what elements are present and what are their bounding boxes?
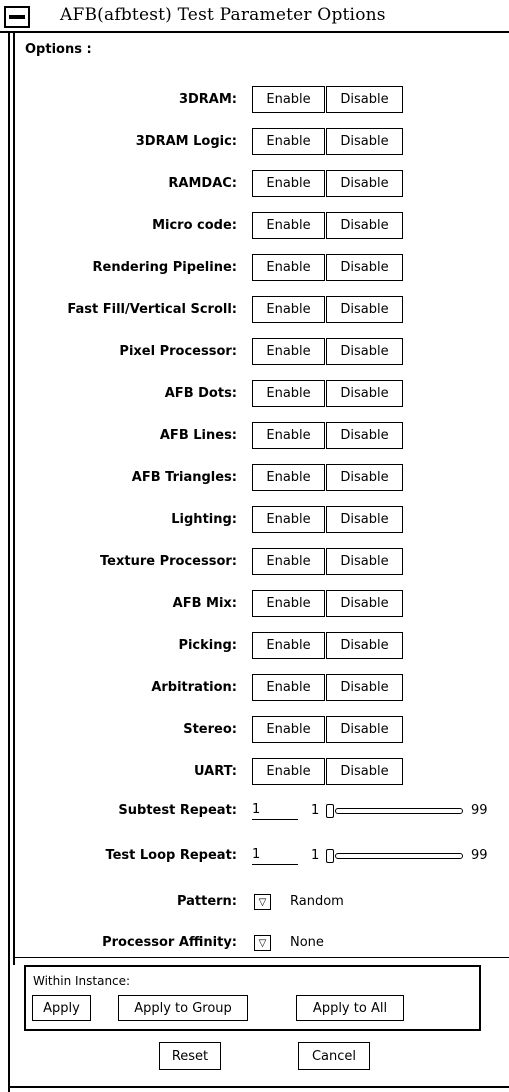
rendering-pipeline-label: Rendering Pipeline: [92,260,237,275]
picking-label: Picking: [178,638,237,653]
apply-button[interactable]: Apply [32,995,91,1021]
reset-button[interactable]: Reset [159,1042,221,1070]
subtest-repeat-field[interactable]: 1 [252,802,298,820]
separator [14,957,509,958]
afb-triangles-label: AFB Triangles: [131,470,237,485]
pixel-processor-label: Pixel Processor: [119,344,237,359]
3dram-label: 3DRAM: [178,92,237,107]
pixel-processor-disable-button[interactable]: Disable [326,338,403,365]
afb-dots-label: AFB Dots: [164,386,237,401]
test-loop-repeat-min: 1 [311,848,320,863]
options-heading: Options : [25,42,92,57]
triangle-down-icon: ▽ [258,937,267,949]
minus-icon [9,15,25,19]
fast-fill-vertical-scroll-disable-button[interactable]: Disable [326,296,403,323]
3dram-disable-button[interactable]: Disable [326,86,403,113]
processor-affinity-menu-button[interactable]: ▽ [254,935,271,951]
apply-to-group-button[interactable]: Apply to Group [118,995,248,1021]
lighting-label: Lighting: [171,512,237,527]
stereo-disable-button[interactable]: Disable [326,716,403,743]
micro-code-disable-button[interactable]: Disable [326,212,403,239]
texture-processor-label: Texture Processor: [100,554,237,569]
uart-disable-button[interactable]: Disable [326,758,403,785]
frame-bottom-border [8,1086,509,1088]
pixel-processor-enable-button[interactable]: Enable [252,338,325,365]
texture-processor-enable-button[interactable]: Enable [252,548,325,575]
afb-dots-enable-button[interactable]: Enable [252,380,325,407]
within-instance-label: Within Instance: [33,974,131,988]
slider-knob[interactable] [326,849,334,863]
title-bar: AFB(afbtest) Test Parameter Options [0,0,509,33]
afb-mix-disable-button[interactable]: Disable [326,590,403,617]
arbitration-enable-button[interactable]: Enable [252,674,325,701]
frame-left-border [8,33,10,1092]
subtest-repeat-min: 1 [311,803,320,818]
afb-lines-enable-button[interactable]: Enable [252,422,325,449]
slider-track [335,808,463,814]
micro-code-enable-button[interactable]: Enable [252,212,325,239]
afb-triangles-enable-button[interactable]: Enable [252,464,325,491]
subtest-repeat-slider[interactable] [326,804,466,818]
picking-enable-button[interactable]: Enable [252,632,325,659]
3dram-logic-label: 3DRAM Logic: [135,134,237,149]
pattern-label: Pattern: [176,894,237,909]
stereo-enable-button[interactable]: Enable [252,716,325,743]
fast-fill-vertical-scroll-enable-button[interactable]: Enable [252,296,325,323]
window-menu-button[interactable] [4,6,30,28]
window-title: AFB(afbtest) Test Parameter Options [60,5,386,25]
3dram-logic-disable-button[interactable]: Disable [326,128,403,155]
3dram-enable-button[interactable]: Enable [252,86,325,113]
pattern-value: Random [290,894,344,909]
picking-disable-button[interactable]: Disable [326,632,403,659]
lighting-enable-button[interactable]: Enable [252,506,325,533]
triangle-down-icon: ▽ [258,896,267,908]
3dram-logic-enable-button[interactable]: Enable [252,128,325,155]
texture-processor-disable-button[interactable]: Disable [326,548,403,575]
afb-mix-enable-button[interactable]: Enable [252,590,325,617]
subtest-repeat-max: 99 [471,803,488,818]
cancel-button[interactable]: Cancel [298,1042,370,1070]
panel-left-border [13,33,15,965]
afb-triangles-disable-button[interactable]: Disable [326,464,403,491]
test-loop-repeat-label: Test Loop Repeat: [105,848,237,863]
pattern-menu-button[interactable]: ▽ [254,894,271,910]
uart-label: UART: [194,764,237,779]
uart-enable-button[interactable]: Enable [252,758,325,785]
ramdac-disable-button[interactable]: Disable [326,170,403,197]
arbitration-disable-button[interactable]: Disable [326,674,403,701]
slider-knob[interactable] [326,804,334,818]
processor-affinity-label: Processor Affinity: [102,935,237,950]
ramdac-label: RAMDAC: [168,176,237,191]
stereo-label: Stereo: [183,722,237,737]
lighting-disable-button[interactable]: Disable [326,506,403,533]
afb-lines-disable-button[interactable]: Disable [326,422,403,449]
slider-track [335,853,463,859]
micro-code-label: Micro code: [152,218,237,233]
apply-to-all-button[interactable]: Apply to All [296,995,404,1021]
test-loop-repeat-slider[interactable] [326,849,466,863]
processor-affinity-value: None [290,935,324,950]
afb-lines-label: AFB Lines: [159,428,237,443]
test-loop-repeat-max: 99 [471,848,488,863]
fast-fill-vertical-scroll-label: Fast Fill/Vertical Scroll: [67,302,237,317]
afb-dots-disable-button[interactable]: Disable [326,380,403,407]
ramdac-enable-button[interactable]: Enable [252,170,325,197]
rendering-pipeline-disable-button[interactable]: Disable [326,254,403,281]
afb-mix-label: AFB Mix: [172,596,237,611]
rendering-pipeline-enable-button[interactable]: Enable [252,254,325,281]
test-loop-repeat-field[interactable]: 1 [252,847,298,865]
arbitration-label: Arbitration: [151,680,237,695]
subtest-repeat-label: Subtest Repeat: [118,803,237,818]
